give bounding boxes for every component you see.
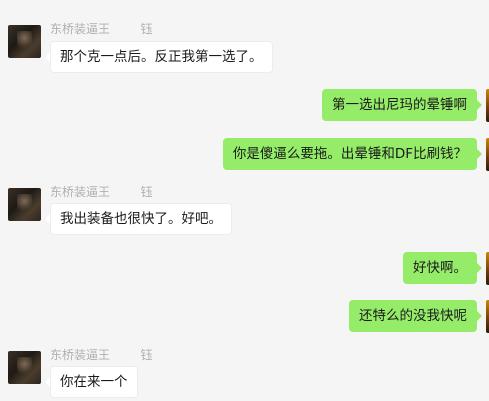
- message-bubble-incoming[interactable]: 我出装备也很快了。好吧。: [45, 203, 232, 235]
- sender-name: 东桥装逼王 钰: [50, 185, 153, 199]
- avatar[interactable]: [8, 351, 41, 384]
- message-bubble-outgoing[interactable]: 你是傻逼么要拖。出晕锤和DF比刷钱？: [222, 138, 483, 170]
- avatar[interactable]: [8, 25, 41, 58]
- avatar[interactable]: [8, 188, 41, 221]
- sender-name: 东桥装逼王 钰: [50, 22, 153, 36]
- message-bubble-outgoing[interactable]: 第一选出尼玛的晕锤啊: [322, 89, 482, 121]
- message-bubble-outgoing[interactable]: 好快啊。: [403, 252, 482, 284]
- message-bubble-incoming[interactable]: 你在来一个: [45, 366, 138, 398]
- message-bubble-outgoing[interactable]: 还特么的没我快呢: [349, 300, 482, 332]
- message-bubble-incoming[interactable]: 那个克一点后。反正我第一选了。: [45, 41, 273, 73]
- sender-name: 东桥装逼王 钰: [50, 348, 153, 362]
